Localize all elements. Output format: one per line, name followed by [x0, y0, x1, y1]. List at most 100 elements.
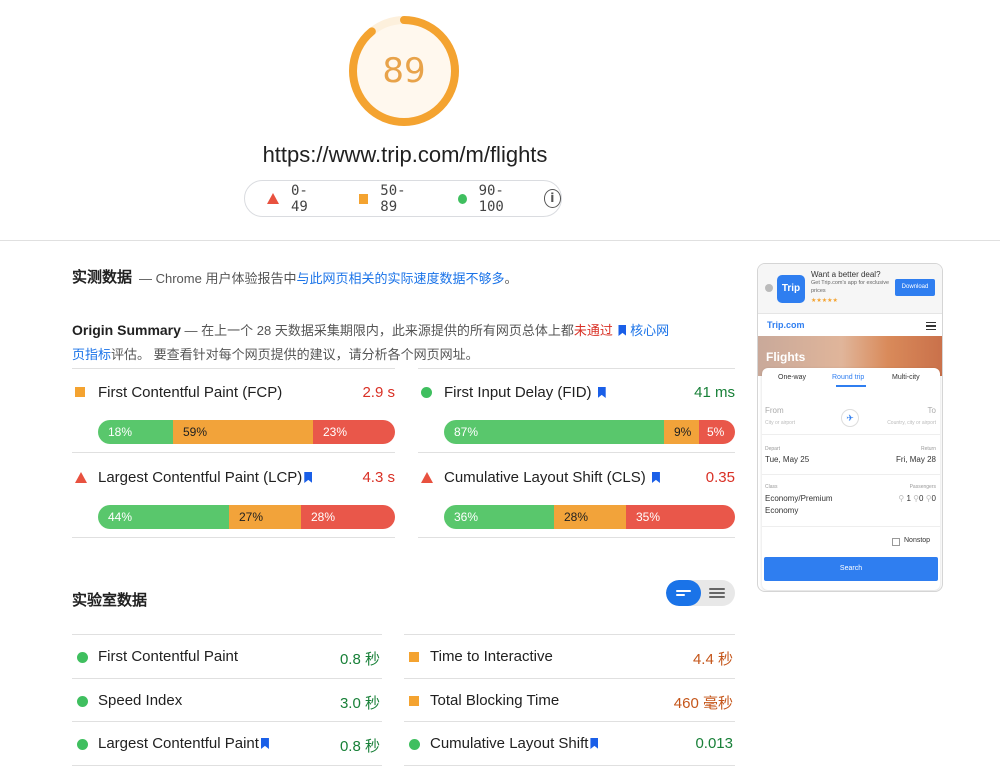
divider — [72, 765, 382, 766]
to-hint: Country, city or airport — [887, 420, 936, 426]
bar-good: 87% — [444, 420, 664, 444]
adult-icon: ⚲ — [898, 494, 905, 503]
origin-desc-1: — 在上一个 28 天数据采集期限内，此来源提供的所有网页总体上都 — [180, 323, 574, 338]
legend-poor: 0-49 — [267, 183, 319, 215]
bookmark-icon — [651, 472, 660, 483]
adult-count: 1 — [906, 494, 911, 503]
field-metric-lcp: Largest Contentful Paint (LCP) 4.3 s 44% … — [72, 467, 395, 529]
square-icon — [75, 387, 85, 397]
distribution-bar: 44% 27% 28% — [98, 505, 395, 529]
lab-metric-lcp: Largest Contentful Paint 0.8 秒 — [72, 721, 382, 765]
circle-icon — [77, 739, 88, 750]
square-icon — [409, 652, 419, 662]
triangle-icon — [267, 193, 279, 204]
divider — [72, 452, 395, 453]
bar-average: 28% — [554, 505, 626, 529]
summary-view-button[interactable] — [666, 580, 701, 606]
view-toggle[interactable] — [666, 580, 735, 606]
field-desc-prefix: — Chrome 用户体验报告中 — [139, 271, 297, 286]
bar-average: 59% — [173, 420, 313, 444]
bar-average: 27% — [229, 505, 301, 529]
passengers-label: Passengers — [909, 484, 936, 490]
lab-metric-fcp: First Contentful Paint 0.8 秒 — [72, 634, 382, 678]
metric-name: First Contentful Paint — [98, 648, 239, 665]
triangle-icon — [75, 472, 87, 483]
from-hint: City or airport — [765, 420, 796, 426]
distribution-bar: 87% 9% 5% — [444, 420, 735, 444]
search-card: One-way Round trip Multi-city From City … — [762, 368, 940, 590]
circle-icon — [77, 652, 88, 663]
core-web-vitals-link-cont[interactable]: 页指标 — [72, 347, 111, 362]
field-desc-link[interactable]: 与此网页相关的实际速度数据不够多 — [296, 271, 504, 286]
circle-icon — [409, 739, 420, 750]
divider — [418, 368, 735, 369]
metric-name: Cumulative Layout Shift (CLS) — [444, 469, 660, 486]
field-metric-fid: First Input Delay (FID) 41 ms 87% 9% 5% — [418, 382, 735, 444]
metric-name: Largest Contentful Paint — [98, 735, 269, 752]
legend-average: 50-89 — [359, 183, 417, 215]
divider — [404, 765, 735, 766]
metric-value: 0.35 — [705, 469, 735, 486]
star-rating: ★★★★★ — [811, 298, 838, 304]
bar-poor: 28% — [301, 505, 395, 529]
lab-metric-si: Speed Index 3.0 秒 — [72, 678, 382, 722]
bookmark-icon — [304, 472, 313, 483]
download-button: Download — [895, 279, 935, 296]
deal-subtitle: Get Trip.com's app for exclusive prices — [811, 280, 890, 294]
lab-metric-tbt: Total Blocking Time 460 毫秒 — [404, 678, 735, 722]
metric-name: Largest Contentful Paint (LCP) — [98, 469, 313, 486]
metric-value: 4.3 s — [362, 469, 395, 486]
square-icon — [359, 193, 369, 204]
deal-title: Want a better deal? — [811, 270, 881, 279]
menu-icon — [926, 322, 936, 330]
metric-value: 0.013 — [695, 735, 733, 752]
bar-good: 36% — [444, 505, 554, 529]
from-label: From — [765, 406, 784, 415]
bar-poor: 23% — [313, 420, 395, 444]
depart-label: Depart — [765, 446, 781, 452]
class-label: Class — [765, 484, 778, 490]
metric-value: 2.9 s — [362, 384, 395, 401]
list-view-button[interactable] — [701, 580, 735, 606]
metric-name: First Contentful Paint (FCP) — [98, 384, 283, 401]
tab-underline — [836, 385, 866, 387]
legend-good: 90-100 — [457, 183, 524, 215]
distribution-bar: 18% 59% 23% — [98, 420, 395, 444]
metric-value: 3.0 秒 — [339, 695, 380, 712]
metric-name: First Input Delay (FID) — [444, 384, 606, 401]
bar-poor: 5% — [699, 420, 735, 444]
divider — [72, 537, 395, 538]
score-value: 89 — [382, 51, 426, 91]
metric-name-text: Cumulative Layout Shift (CLS) — [444, 469, 646, 486]
field-desc-suffix: 。 — [504, 271, 518, 286]
search-button: Search — [764, 557, 938, 581]
hero-title: Flights — [766, 350, 806, 364]
origin-fail-text: 未通过 — [573, 323, 613, 338]
metric-name: Speed Index — [98, 692, 183, 709]
origin-summary: Origin Summary — 在上一个 28 天数据采集期限内，此来源提供的… — [72, 318, 692, 367]
nonstop-label: Nonstop — [904, 537, 931, 544]
info-icon[interactable]: i — [543, 189, 561, 208]
triangle-icon — [421, 472, 433, 483]
divider — [762, 434, 940, 435]
score-legend: 0-49 50-89 90-100 i — [244, 180, 562, 217]
core-web-vitals-link[interactable]: 核心网 — [630, 323, 669, 338]
bar-average: 9% — [664, 420, 699, 444]
bookmark-icon — [590, 738, 599, 749]
tab-one-way: One-way — [778, 374, 807, 381]
divider — [72, 368, 395, 369]
metric-name: Total Blocking Time — [430, 692, 560, 709]
child-count: 0 — [919, 494, 924, 503]
distribution-bar: 36% 28% 35% — [444, 505, 735, 529]
metric-name-text: Largest Contentful Paint (LCP) — [98, 469, 303, 486]
bookmark-icon — [597, 387, 606, 398]
bookmark-icon — [618, 325, 627, 336]
lab-metric-tti: Time to Interactive 4.4 秒 — [404, 634, 735, 678]
metric-name: Cumulative Layout Shift — [430, 735, 599, 752]
legend-average-label: 50-89 — [380, 182, 406, 215]
close-icon — [765, 284, 773, 292]
return-value: Fri, May 28 — [895, 455, 936, 464]
field-metric-fcp: First Contentful Paint (FCP) 2.9 s 18% 59… — [72, 382, 395, 444]
tab-multi-city: Multi-city — [892, 374, 920, 381]
metric-value: 4.4 秒 — [692, 651, 733, 668]
